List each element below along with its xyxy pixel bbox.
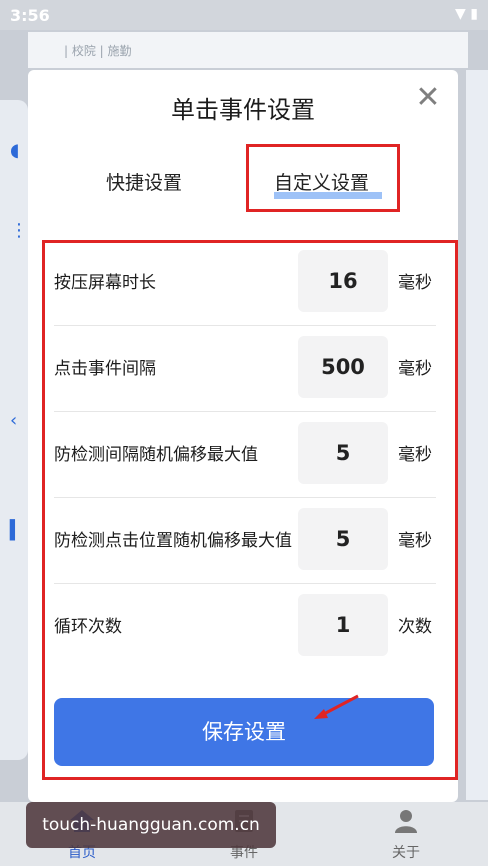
background-side-panel: ◖ ⋮ ‹ ▍ [0,100,28,760]
nav-item-about[interactable]: 关于 [356,802,456,866]
nav-label: 关于 [392,845,420,861]
setting-label: 防检测点击位置随机偏移最大值 [54,531,292,551]
setting-label: 点击事件间隔 [54,359,156,379]
close-icon: ✕ [415,80,441,115]
person-icon [395,810,417,833]
bg-item-icon: ‹ [10,410,18,431]
setting-unit: 次数 [398,617,432,637]
tab-quick-settings[interactable]: 快捷设置 [106,168,182,195]
setting-row-loop-count: 循环次数 1 次数 [54,584,436,670]
setting-unit: 毫秒 [398,445,432,465]
bg-item-icon: ◖ [10,140,20,161]
save-settings-button[interactable]: 保存设置 [54,698,434,766]
setting-value-input[interactable]: 500 [298,336,388,398]
battery-icon: ▮ [470,6,478,22]
setting-label: 防检测间隔随机偏移最大值 [54,445,258,465]
background-right-panel [466,70,488,800]
setting-row-position-offset: 防检测点击位置随机偏移最大值 5 毫秒 [54,498,436,584]
setting-unit: 毫秒 [398,531,432,551]
setting-value-input[interactable]: 5 [298,508,388,570]
bg-item-icon: ⋮ [10,220,28,241]
setting-value-input[interactable]: 1 [298,594,388,656]
background-app-header: | 校院 | 施勤 [28,32,468,68]
status-icons: ▼ ▮ [455,6,478,22]
background-snippet: | 校院 | 施勤 [64,44,132,58]
click-event-settings-dialog: 单击事件设置 ✕ 快捷设置 自定义设置 按压屏幕时长 16 毫秒 点击事件间隔 … [28,70,458,802]
dialog-title: 单击事件设置 [171,96,315,124]
setting-label: 按压屏幕时长 [54,273,156,293]
setting-row-click-interval: 点击事件间隔 500 毫秒 [54,326,436,412]
setting-unit: 毫秒 [398,273,432,293]
close-button[interactable]: ✕ [410,80,446,116]
setting-row-press-duration: 按压屏幕时长 16 毫秒 [54,240,436,326]
setting-label: 循环次数 [54,617,122,637]
annotation-arrow-icon [314,694,359,719]
status-time: 3:56 [10,6,50,25]
watermark: touch-huangguan.com.cn [26,802,276,848]
wifi-icon: ▼ [455,6,466,22]
setting-value-input[interactable]: 16 [298,250,388,312]
setting-row-interval-offset: 防检测间隔随机偏移最大值 5 毫秒 [54,412,436,498]
setting-value-input[interactable]: 5 [298,422,388,484]
annotation-box-tab [246,144,400,212]
setting-unit: 毫秒 [398,359,432,379]
status-bar: 3:56 ▼ ▮ [0,0,488,30]
bg-item-icon: ▍ [10,520,24,541]
